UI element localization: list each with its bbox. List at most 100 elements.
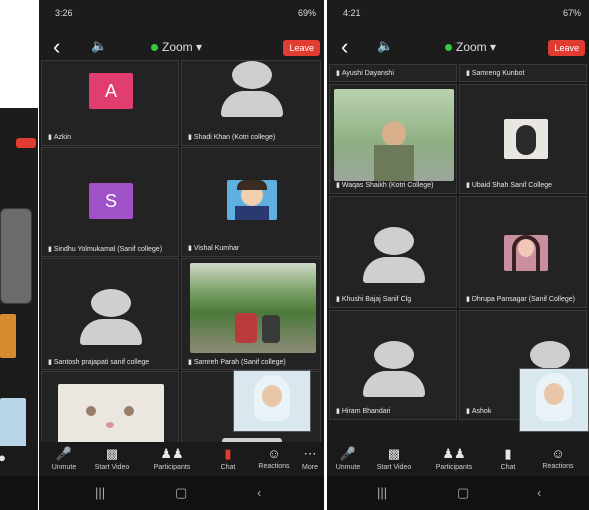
toolbar-button-start-video[interactable]: ▩ Start Video: [371, 446, 417, 471]
avatar-body: [221, 91, 283, 117]
leave-button[interactable]: [16, 138, 36, 148]
video-off-icon: ▩: [105, 446, 119, 461]
participant-name: Dhrupa Pansagar (Sanif College): [471, 296, 575, 303]
profile-picture: [504, 235, 548, 271]
toolbar-button-reactions[interactable]: ☺ Reactions: [251, 446, 297, 470]
mic-icon: ▮: [336, 70, 340, 77]
meeting-name: Zoom: [162, 40, 193, 54]
video-feed: [190, 263, 316, 353]
microphone-icon: ●: [0, 450, 6, 465]
home-icon[interactable]: ▢: [457, 485, 469, 501]
self-view[interactable]: [233, 370, 311, 432]
secure-dot-icon: [445, 44, 452, 51]
video-thumbnail: [0, 314, 16, 358]
back-arrow-icon[interactable]: ‹: [53, 34, 60, 60]
participant-tile[interactable]: [41, 371, 179, 447]
status-bar: 3:26 69%: [39, 0, 324, 30]
toolbar-button-mute[interactable]: ●: [0, 450, 14, 467]
mic-icon: ▮: [466, 408, 470, 415]
participant-name: Santosh prajapati sanif college: [53, 359, 150, 366]
reactions-icon: ☺: [551, 446, 565, 461]
chat-icon: ▮: [504, 446, 512, 461]
recent-apps-icon[interactable]: |||: [95, 485, 105, 500]
mic-icon: ▮: [466, 70, 470, 77]
meeting-title[interactable]: Zoom ▾: [445, 40, 496, 54]
participants-icon: ♟♟: [160, 446, 184, 461]
toolbar-button-more[interactable]: ⋯ More: [295, 446, 324, 471]
toolbar-button-chat[interactable]: ▮ Chat: [205, 446, 251, 471]
participant-tile[interactable]: ▮ Samreh Parah (Sanif college): [181, 258, 321, 370]
participant-tile[interactable]: ▮ Vishal Kumhar: [181, 147, 321, 257]
participant-tile[interactable]: ▮ Samreng Kunbot: [459, 64, 587, 82]
meeting-header: ‹ 🔈 Zoom ▾ Leave: [327, 30, 589, 66]
participant-name: Azkin: [53, 134, 71, 141]
mic-icon: ▮: [336, 408, 340, 415]
participant-tile[interactable]: ▮ Dhrupa Pansagar (Sanif College): [459, 196, 587, 308]
back-arrow-icon[interactable]: ‹: [341, 34, 348, 60]
phone-screenshot-1: ●: [0, 108, 38, 510]
avatar-head: [232, 61, 272, 89]
participant-tile[interactable]: ▮ Hiram Bhandari: [329, 310, 457, 420]
android-nav-bar: [0, 476, 38, 510]
avatar-body: [80, 319, 142, 345]
mic-icon: ▮: [466, 296, 470, 303]
participant-tile[interactable]: ▮ Ubaid Shah Sanif College: [459, 84, 587, 194]
mic-icon: ▮: [188, 359, 192, 366]
mic-icon: ▮: [336, 296, 340, 303]
participant-name: Hiram Bhandari: [341, 408, 391, 415]
reactions-icon: ☺: [267, 446, 281, 461]
status-bar: 4:21 67%: [327, 0, 589, 30]
mic-icon: ▮: [48, 134, 52, 141]
participant-name: Ayushi Dayanshi: [341, 70, 394, 77]
toolbar-button-unmute[interactable]: 🎤 Unmute: [41, 446, 87, 471]
phone-screenshot-3: 4:21 67% ‹ 🔈 Zoom ▾ Leave ▮ Ayushi Dayans…: [327, 0, 589, 510]
participant-tile[interactable]: A ▮ Azkin: [41, 60, 179, 146]
toolbar-button-participants[interactable]: ♟♟ Participants: [149, 446, 195, 471]
microphone-muted-icon: 🎤: [339, 446, 357, 461]
participant-name: Ashok: [471, 408, 492, 415]
avatar-head: [374, 227, 414, 255]
self-view[interactable]: [519, 368, 589, 432]
meeting-name: Zoom: [456, 40, 487, 54]
cat-picture: [58, 384, 164, 446]
participant-tile[interactable]: ▮ Shadi Khan (Kotri college): [181, 60, 321, 146]
avatar-head: [91, 289, 131, 317]
toolbar-button-reactions[interactable]: ☺ Reactions: [535, 446, 581, 470]
back-nav-icon[interactable]: ‹: [537, 485, 541, 500]
participant-tile[interactable]: S ▮ Sindhu Yolmukamal (Sanif college): [41, 147, 179, 257]
mic-icon: ▮: [188, 134, 192, 141]
profile-picture: [504, 119, 548, 159]
toolbar-button-start-video[interactable]: ▩ Start Video: [89, 446, 135, 471]
avatar-body: [363, 257, 425, 283]
shared-window: [0, 208, 32, 304]
chat-icon: ▮: [224, 446, 232, 461]
back-nav-icon[interactable]: ‹: [257, 485, 261, 500]
leave-button[interactable]: Leave: [548, 40, 585, 56]
avatar-letter: S: [89, 183, 133, 219]
participant-tile[interactable]: ▮ Waqas Shaikh (Kotri College): [329, 84, 457, 194]
speaker-icon[interactable]: 🔈: [91, 38, 107, 54]
avatar-head: [530, 341, 570, 369]
toolbar-button-unmute[interactable]: 🎤 Unmute: [327, 446, 371, 471]
video-off-icon: ▩: [387, 446, 401, 461]
participant-tile[interactable]: ▮ Khushi Bajaj Sanif Clg: [329, 196, 457, 308]
participant-tile[interactable]: ▮ Ayushi Dayanshi: [329, 64, 457, 82]
meeting-title[interactable]: Zoom ▾: [151, 40, 202, 54]
android-nav-bar: ||| ▢ ‹: [327, 476, 589, 510]
mic-icon: ▮: [48, 359, 52, 366]
participants-icon: ♟♟: [442, 446, 466, 461]
status-time: 4:21: [343, 8, 361, 18]
recent-apps-icon[interactable]: |||: [377, 485, 387, 500]
home-icon[interactable]: ▢: [175, 485, 187, 501]
participant-name: Ubaid Shah Sanif College: [471, 182, 553, 189]
toolbar-button-participants[interactable]: ♟♟ Participants: [431, 446, 477, 471]
participant-tile[interactable]: ▮ Santosh prajapati sanif college: [41, 258, 179, 370]
participant-name: Vishal Kumhar: [193, 245, 240, 252]
speaker-icon[interactable]: 🔈: [377, 38, 393, 54]
avatar-letter: A: [89, 73, 133, 109]
video-thumbnail: [0, 398, 26, 448]
toolbar-button-chat[interactable]: ▮ Chat: [485, 446, 531, 471]
mic-icon: ▮: [188, 245, 192, 252]
participant-name: Samreh Parah (Sanif college): [193, 359, 286, 366]
leave-button[interactable]: Leave: [283, 40, 320, 56]
